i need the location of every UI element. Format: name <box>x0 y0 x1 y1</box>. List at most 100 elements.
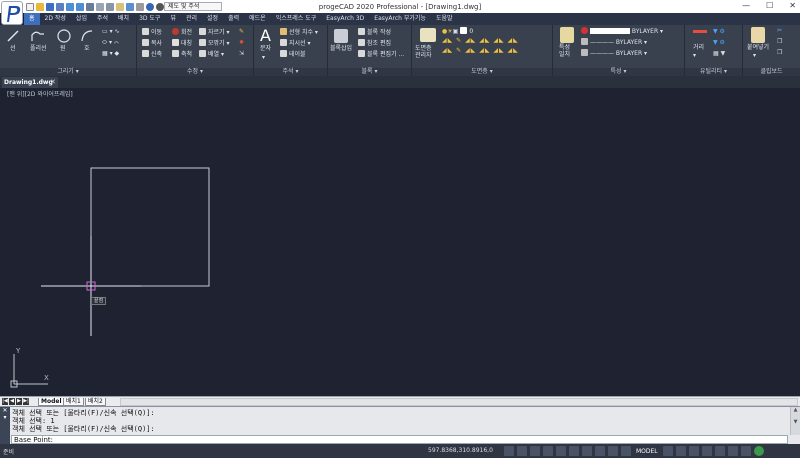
maximize-button[interactable]: ☐ <box>766 1 773 10</box>
layout-tab-1[interactable]: 배치1 <box>63 398 84 406</box>
match-properties-button[interactable]: 특성 일치 <box>559 44 570 58</box>
close-tab-icon[interactable]: ✕ <box>50 77 56 88</box>
tab-home[interactable]: 홈 <box>24 13 40 25</box>
layer-manager-icon[interactable] <box>420 28 436 42</box>
table-button[interactable]: 테이블 <box>280 50 306 59</box>
panel-title-modify[interactable]: 수정 ▾ <box>137 68 253 76</box>
clean-screen-icon[interactable] <box>727 446 738 456</box>
match-properties-icon[interactable] <box>560 27 574 43</box>
paste-icon[interactable] <box>751 27 765 43</box>
explode-icon[interactable]: ✸ <box>239 39 244 47</box>
selection-cycling-icon[interactable] <box>621 446 631 456</box>
hatch-tool[interactable]: ▦ ▾ ◆ <box>102 50 119 58</box>
isolate-objects-icon[interactable] <box>701 446 712 456</box>
measure-dropdown-icon[interactable]: ▾ <box>693 52 696 60</box>
linetype-dropdown[interactable]: ———— BYLAYER ▾ <box>581 38 681 47</box>
last-tab-icon[interactable]: ▶| <box>23 398 29 405</box>
copy-button[interactable]: 복사 <box>142 39 162 48</box>
text-dropdown-icon[interactable]: ▾ <box>262 54 265 62</box>
polar-toggle-icon[interactable] <box>543 446 553 456</box>
layer-dropdown[interactable]: ●☀▣ 0 <box>442 27 473 36</box>
tab-addons[interactable]: 애드온 <box>244 13 271 25</box>
insert-block-icon[interactable] <box>334 29 348 43</box>
line-icon[interactable] <box>6 29 20 43</box>
fillet-button[interactable]: 모깎기 ▾ <box>199 39 229 48</box>
color-dropdown[interactable]: BYLAYER ▾ <box>581 27 681 36</box>
polyline-button[interactable]: 폴리선 <box>30 45 47 53</box>
move-button[interactable]: 이동 <box>142 28 162 37</box>
drawing-canvas[interactable]: [맨 위][2D 와이어프레임] 끝점 Y X <box>0 88 800 396</box>
ellipse-tool[interactable]: ⬭ ▾ ⌒ <box>102 39 119 47</box>
qprops-toggle-icon[interactable] <box>608 446 618 456</box>
tab-2d-draw[interactable]: 2D 작성 <box>40 13 71 25</box>
block-editor-button[interactable]: 블록 편집기 ... <box>358 50 404 59</box>
paste-button[interactable]: 붙여넣기 <box>747 44 769 52</box>
layout-tab-2[interactable]: 배치2 <box>85 398 106 406</box>
array-button[interactable]: 배열 ▾ <box>199 50 224 59</box>
rotate-button[interactable]: 회전 <box>172 28 192 37</box>
measure-button[interactable]: 거리 <box>693 44 704 52</box>
circle-button[interactable]: 원 <box>60 45 66 53</box>
lock-ui-icon[interactable] <box>688 446 699 456</box>
paste-dropdown-icon[interactable]: ▾ <box>753 52 756 60</box>
calculator-icon[interactable]: ▦ ▼ <box>713 50 725 58</box>
linear-dim-button[interactable]: 선형 치수 ▾ <box>280 28 318 37</box>
command-input[interactable]: Base Point: <box>11 435 788 444</box>
trim-button[interactable]: 자르기 ▾ <box>199 28 229 37</box>
workspace-icon[interactable] <box>675 446 686 456</box>
status-ok-icon[interactable] <box>753 446 764 456</box>
rectangle-tool[interactable]: ▭ ▾ ∿ <box>102 28 120 36</box>
lineweight-toggle-icon[interactable] <box>582 446 592 456</box>
command-line-handle[interactable]: ✕ ▾ <box>0 407 10 445</box>
tab-express-tools[interactable]: 익스프레스 도구 <box>271 13 322 25</box>
text-button[interactable]: 문자 <box>260 45 271 53</box>
drawn-rectangle[interactable] <box>90 167 210 287</box>
tab-settings[interactable]: 설정 <box>202 13 223 25</box>
tab-insert[interactable]: 삽입 <box>71 13 92 25</box>
panel-title-clipboard[interactable]: 클립보드 <box>743 68 800 76</box>
panel-title-utilities[interactable]: 유틸리티 ▾ <box>685 68 742 76</box>
line-button[interactable]: 선 <box>10 45 16 53</box>
arc-icon[interactable] <box>80 29 96 43</box>
scale-button[interactable]: 축척 <box>172 50 192 59</box>
text-icon[interactable]: A <box>260 27 271 45</box>
arc-button[interactable]: 호 <box>84 45 90 53</box>
tab-manage[interactable]: 관리 <box>181 13 202 25</box>
panel-title-properties[interactable]: 특성 ▾ <box>553 68 684 76</box>
horizontal-scrollbar[interactable] <box>120 398 798 406</box>
polyline-icon[interactable] <box>30 29 46 43</box>
create-block-button[interactable]: 블록 작성 <box>358 28 391 37</box>
cut-icon[interactable]: ✂ <box>777 27 782 35</box>
tab-easyarch-addons[interactable]: EasyArch 부가기능 <box>369 13 431 25</box>
tab-3d-tools[interactable]: 3D 도구 <box>134 13 165 25</box>
panel-title-block[interactable]: 블록 ▾ <box>328 68 411 76</box>
stretch-button[interactable]: 신축 <box>142 50 162 59</box>
model-space-toggle[interactable]: MODEL <box>634 448 660 455</box>
erase-icon[interactable]: ✎ <box>239 28 244 36</box>
prev-tab-icon[interactable]: ◀ <box>9 398 15 405</box>
copy-clip-icon[interactable]: ❐ <box>777 38 782 46</box>
offset-icon[interactable]: ⇲ <box>239 50 244 58</box>
document-tab[interactable]: Drawing1.dwg ✕ <box>2 77 58 88</box>
panel-title-layers[interactable]: 도면층 ▾ <box>412 68 552 76</box>
tab-output[interactable]: 출력 <box>223 13 244 25</box>
tab-help[interactable]: 도움말 <box>431 13 458 25</box>
minimize-button[interactable]: — <box>742 1 750 10</box>
circle-icon[interactable] <box>56 28 72 44</box>
tab-view[interactable]: 뷰 <box>165 13 181 25</box>
otrack-toggle-icon[interactable] <box>569 446 579 456</box>
ortho-toggle-icon[interactable] <box>530 446 540 456</box>
hardware-accel-icon[interactable] <box>714 446 725 456</box>
measure-icon[interactable] <box>693 30 707 33</box>
quick-select-icon[interactable]: ▼ ⚙ <box>713 39 725 47</box>
command-scrollbar[interactable]: ▲ ▼ <box>790 407 800 435</box>
copy-base-icon[interactable]: ❐ <box>777 49 782 57</box>
layer-manager-button[interactable]: 도면층 관리자 <box>415 45 432 59</box>
filter-icon[interactable]: ▼ ⚙ <box>713 28 725 36</box>
panel-title-annotation[interactable]: 주석 ▾ <box>254 68 327 76</box>
insert-block-button[interactable]: 블록삽입 <box>330 45 352 53</box>
annotation-scale-icon[interactable] <box>662 446 673 456</box>
layer-tools-row2[interactable]: ◢◣ ✎ ◢◣ ◢◣ ◢◣ ◢◣ <box>442 47 519 55</box>
coordinate-readout[interactable]: 597.8368,310.8916,0 <box>428 447 493 454</box>
layout-tab-model[interactable]: Model <box>38 398 65 406</box>
